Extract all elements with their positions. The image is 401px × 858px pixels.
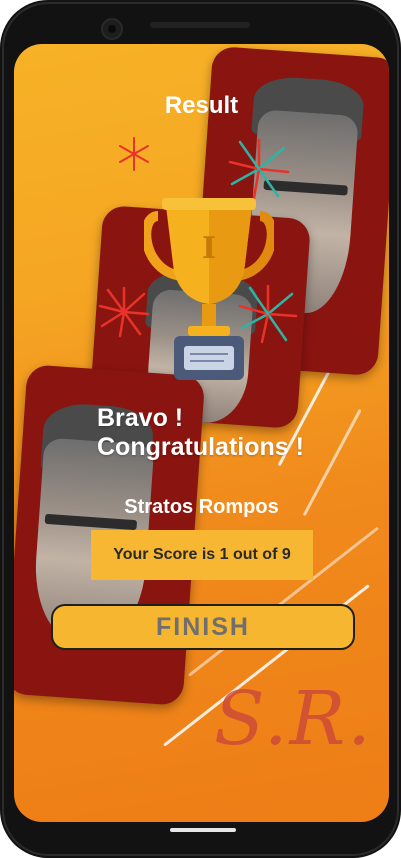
- player-name: Stratos Rompos: [124, 496, 279, 518]
- score-text: Your Score is 1 out of 9: [113, 546, 291, 563]
- page-title: Result: [164, 92, 239, 119]
- trophy-icon: I: [144, 198, 274, 380]
- speaker-grille: [150, 22, 250, 28]
- result-screen: S.R. I Result Bravo ! Congratulations ! …: [14, 44, 389, 822]
- finish-button[interactable]: FINISH: [51, 604, 355, 650]
- score-box: Your Score is 1 out of 9: [91, 530, 313, 580]
- svg-text:I: I: [202, 231, 216, 266]
- congratulations-message: Bravo ! Congratulations !: [97, 404, 312, 462]
- watermark-logo: S.R.: [214, 676, 373, 762]
- congratulations-text: Bravo ! Congratulations !: [97, 404, 304, 461]
- firework-icon: [119, 137, 149, 171]
- home-indicator[interactable]: [170, 828, 236, 832]
- camera-icon: [101, 18, 123, 40]
- phone-frame: S.R. I Result Bravo ! Congratulations ! …: [0, 0, 401, 858]
